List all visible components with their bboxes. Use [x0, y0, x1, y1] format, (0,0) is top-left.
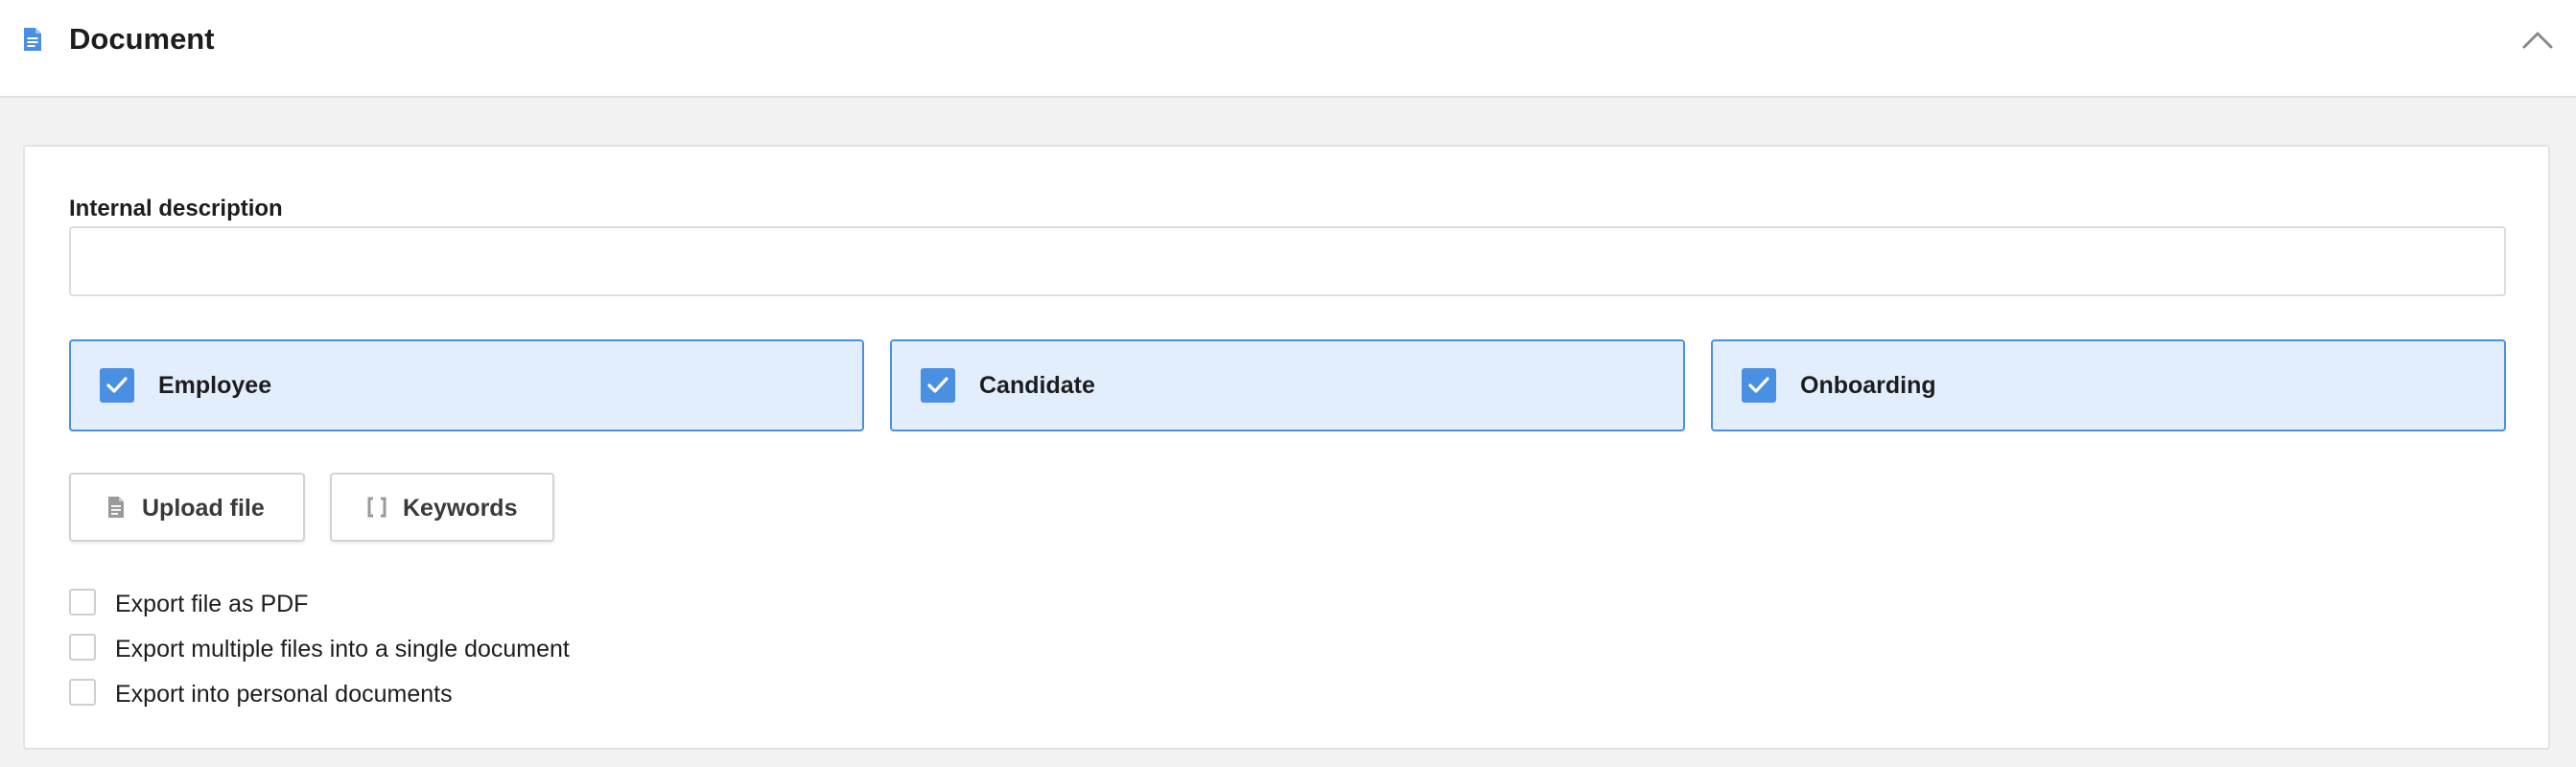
chevron-up-icon[interactable] — [2518, 21, 2557, 59]
checkbox[interactable] — [69, 679, 96, 706]
brackets-icon — [366, 496, 387, 523]
audience-option-label: Onboarding — [1800, 372, 1936, 399]
audience-option-label: Candidate — [979, 372, 1095, 399]
checkbox[interactable] — [69, 634, 96, 661]
option-label: Export file as PDF — [115, 591, 309, 617]
checkbox-checked-icon[interactable] — [100, 368, 134, 403]
audience-option-onboarding[interactable]: Onboarding — [1711, 339, 2506, 431]
document-icon — [23, 27, 42, 52]
upload-file-label: Upload file — [142, 495, 265, 522]
audience-option-label: Employee — [158, 372, 272, 399]
option-label: Export into personal documents — [115, 681, 453, 708]
internal-description-label: Internal description — [69, 196, 283, 221]
file-icon — [107, 496, 125, 523]
option-label: Export multiple files into a single docu… — [115, 636, 570, 662]
section-title: Document — [69, 22, 215, 56]
checkbox-checked-icon[interactable] — [1742, 368, 1776, 403]
document-settings-card: Internal description Employee Candidate … — [23, 145, 2550, 750]
checkbox[interactable] — [69, 589, 96, 616]
section-header: Document — [0, 0, 2576, 98]
audience-option-employee[interactable]: Employee — [69, 339, 864, 431]
upload-file-button[interactable]: Upload file — [69, 473, 305, 542]
checkbox-checked-icon[interactable] — [921, 368, 955, 403]
keywords-label: Keywords — [403, 495, 518, 522]
internal-description-input[interactable] — [69, 226, 2506, 296]
keywords-button[interactable]: Keywords — [330, 473, 554, 542]
audience-option-candidate[interactable]: Candidate — [890, 339, 1685, 431]
